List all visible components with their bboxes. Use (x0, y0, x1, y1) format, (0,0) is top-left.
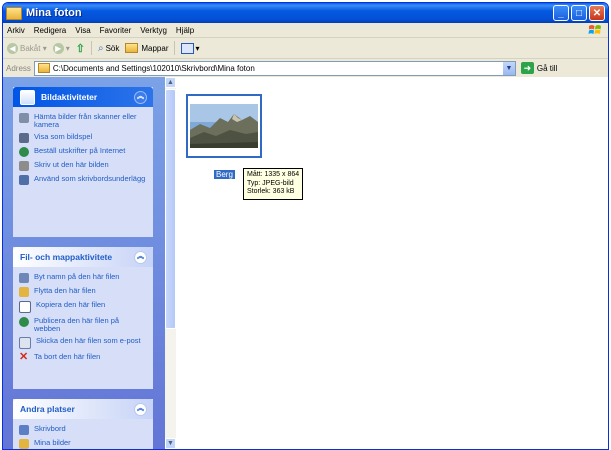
desktop-background-icon (19, 175, 29, 185)
other-places-panel: Andra platser ︽ Skrivbord Mina bilder (13, 399, 153, 449)
explorer-window: Mina foton _ □ ✕ Arkiv Redigera Visa Fav… (2, 2, 609, 450)
address-label: Adress (6, 63, 31, 73)
collapse-chevron-icon[interactable]: ︽ (134, 91, 147, 104)
folder-icon (6, 6, 22, 20)
menu-hjalp[interactable]: Hjälp (176, 26, 194, 35)
content-area: Bildaktiviteter ︽ Hämta bilder från skan… (3, 77, 608, 449)
window-title: Mina foton (26, 7, 82, 19)
search-icon: ⌕ (97, 42, 104, 54)
file-tasks-panel: Fil- och mappaktivitete ︽ Byt namn på de… (13, 247, 153, 389)
pictures-folder-icon (19, 439, 29, 449)
collapse-chevron-icon[interactable]: ︽ (134, 403, 147, 416)
task-delete[interactable]: ✕ Ta bort den här filen (13, 351, 153, 365)
rename-icon (19, 273, 29, 283)
back-button[interactable]: ◀ Bakåt ▾ (7, 42, 47, 54)
search-button[interactable]: ⌕ Sök (98, 43, 119, 54)
mountain-photo (190, 104, 258, 148)
folders-button[interactable]: Mappar (125, 43, 168, 53)
picture-tasks-icon (20, 89, 35, 105)
toolbar-separator (174, 41, 176, 55)
menu-favoriter[interactable]: Favoriter (100, 26, 132, 35)
delete-x-icon: ✕ (19, 351, 29, 363)
windows-logo-icon (588, 25, 601, 34)
menu-verktyg[interactable]: Verktyg (140, 26, 167, 35)
printer-icon (19, 161, 29, 171)
task-print-picture[interactable]: Skriv ut den här bilden (13, 159, 153, 173)
menu-arkiv[interactable]: Arkiv (7, 26, 25, 35)
task-copy[interactable]: Kopiera den här filen (13, 299, 153, 315)
task-import-pictures[interactable]: Hämta bilder från skanner eller kamera (13, 111, 153, 131)
task-publish[interactable]: Publicera den här filen på webben (13, 315, 153, 335)
email-icon (19, 337, 31, 349)
forward-arrow-icon: ▶ (52, 42, 64, 54)
up-folder-icon: ⇧ (75, 42, 85, 55)
task-set-wallpaper[interactable]: Använd som skrivbordsunderlägg (13, 173, 153, 187)
folders-icon (125, 43, 139, 53)
scroll-down-icon[interactable]: ▼ (165, 438, 176, 449)
tooltip-type: Typ: JPEG-bild (247, 179, 294, 187)
place-desktop[interactable]: Skrivbord (13, 423, 153, 437)
toolbar-separator (90, 41, 92, 55)
tooltip-size: Storlek: 363 kB (247, 188, 295, 195)
other-places-header[interactable]: Andra platser ︽ (13, 399, 153, 419)
task-rename[interactable]: Byt namn på den här filen (13, 271, 153, 285)
place-my-pictures[interactable]: Mina bilder (13, 437, 153, 449)
address-path: C:\Documents and Settings\102010\Skrivbo… (52, 63, 255, 73)
scroll-thumb[interactable] (165, 89, 176, 329)
up-button[interactable]: ⇧ (76, 42, 85, 55)
address-bar: Adress C:\Documents and Settings\102010\… (3, 59, 608, 78)
go-arrow-icon: ➜ (520, 62, 534, 74)
task-email[interactable]: Skicka den här filen som e-post (13, 335, 153, 351)
forward-button[interactable]: ▶ ▾ (52, 42, 70, 54)
file-name-label[interactable]: Berg (214, 170, 235, 179)
views-button[interactable]: ▾ (181, 42, 200, 54)
slideshow-icon (19, 133, 29, 143)
file-info-tooltip: Mått: 1335 x 864 Typ: JPEG-bild Storlek:… (243, 168, 304, 200)
file-view: Berg Mått: 1335 x 864 Typ: JPEG-bild Sto… (176, 77, 608, 449)
globe-icon (19, 317, 29, 327)
task-move[interactable]: Flytta den här filen (13, 285, 153, 299)
close-button[interactable]: ✕ (589, 5, 605, 21)
toolbar: ◀ Bakåt ▾ ▶ ▾ ⇧ ⌕ Sök Mappar ▾ (3, 38, 608, 59)
task-pane-scrollbar[interactable]: ▲ ▼ (165, 77, 176, 449)
menu-bar: Arkiv Redigera Visa Favoriter Verktyg Hj… (3, 23, 608, 38)
menu-visa[interactable]: Visa (75, 26, 90, 35)
file-thumbnail[interactable] (186, 94, 262, 158)
back-arrow-icon: ◀ (7, 42, 18, 54)
scanner-icon (19, 113, 29, 123)
minimize-button[interactable]: _ (553, 5, 569, 21)
address-input[interactable]: C:\Documents and Settings\102010\Skrivbo… (33, 60, 516, 76)
menu-redigera[interactable]: Redigera (34, 26, 66, 35)
scroll-up-icon[interactable]: ▲ (165, 77, 176, 88)
move-folder-icon (19, 287, 29, 297)
task-slideshow[interactable]: Visa som bildspel (13, 131, 153, 145)
tooltip-dimensions: Mått: 1335 x 864 (247, 171, 300, 178)
task-pane: Bildaktiviteter ︽ Hämta bilder från skan… (3, 77, 165, 449)
title-bar[interactable]: Mina foton _ □ ✕ (3, 3, 608, 23)
picture-tasks-header[interactable]: Bildaktiviteter ︽ (13, 87, 153, 107)
file-tasks-header[interactable]: Fil- och mappaktivitete ︽ (13, 247, 153, 267)
copy-icon (19, 301, 31, 313)
task-order-prints[interactable]: Beställ utskrifter på Internet (13, 145, 153, 159)
views-icon (181, 42, 195, 54)
go-button[interactable]: ➜ Gå till (520, 62, 557, 74)
picture-tasks-panel: Bildaktiviteter ︽ Hämta bilder från skan… (13, 87, 153, 237)
globe-icon (19, 147, 29, 157)
desktop-icon (19, 425, 29, 435)
maximize-button[interactable]: □ (571, 5, 587, 21)
folder-icon (37, 63, 50, 73)
collapse-chevron-icon[interactable]: ︽ (134, 251, 147, 264)
address-dropdown-icon[interactable]: ▼ (502, 61, 515, 75)
